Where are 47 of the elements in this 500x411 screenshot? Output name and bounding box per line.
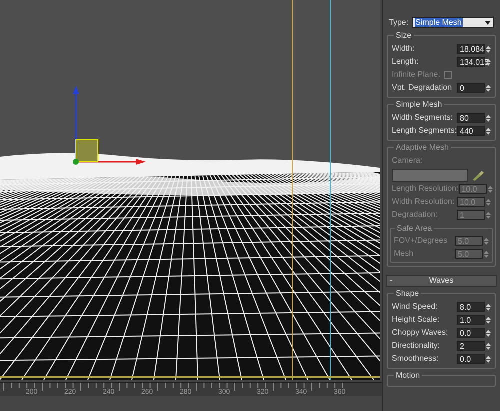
field-label: Camera: xyxy=(392,155,424,167)
field-label: Vpt. Degradation xyxy=(392,82,452,94)
field-label: FOV+/Degrees xyxy=(394,235,448,247)
number-field[interactable]: 0.0 xyxy=(457,328,485,338)
field-label: Width: xyxy=(392,43,415,55)
spinner-arrows-icon[interactable] xyxy=(486,84,491,92)
field-label: Infinite Plane: xyxy=(392,69,440,81)
collapse-sign: - xyxy=(390,275,394,287)
spinner-arrows-icon[interactable] xyxy=(486,328,491,338)
field-label: Directionality: xyxy=(392,340,440,352)
spinner-arrows-icon[interactable] xyxy=(486,342,491,350)
field-label: Mesh xyxy=(394,248,414,260)
spinner-arrows-icon[interactable] xyxy=(486,354,491,364)
spinner-arrows-icon[interactable] xyxy=(486,126,491,136)
number-field[interactable]: 0.0 xyxy=(457,354,485,364)
group-title: Adaptive Mesh xyxy=(394,142,451,153)
field-label: Width Resolution: xyxy=(392,196,455,208)
rollout-header[interactable]: - Waves xyxy=(386,275,497,287)
type-label: Type: xyxy=(389,16,409,28)
field-label: Length Segments: xyxy=(392,125,457,137)
field-label: Length: xyxy=(392,56,419,68)
number-field[interactable]: 2 xyxy=(457,341,485,351)
field-label: Degradation: xyxy=(392,209,438,221)
group-title: Safe Area xyxy=(395,223,434,234)
group-title: Simple Mesh xyxy=(394,99,444,110)
field-label: Wind Speed: xyxy=(392,301,438,313)
number-field[interactable]: 1.0 xyxy=(457,315,485,325)
rollout-title: Waves xyxy=(428,275,455,287)
type-dropdown[interactable]: Simple Mesh xyxy=(412,17,494,28)
field-label: Width Segments: xyxy=(392,112,453,124)
spinner-arrows-icon[interactable] xyxy=(486,44,491,54)
spinner-arrows-icon[interactable] xyxy=(486,316,491,324)
field-label: Choppy Waves: xyxy=(392,327,448,339)
number-field[interactable]: 18.084 xyxy=(457,44,485,54)
field-label: Length Resolution: xyxy=(392,183,459,195)
caret-icon xyxy=(485,20,491,24)
field-label: Smoothness: xyxy=(392,353,439,365)
spinner-arrows-icon[interactable] xyxy=(486,302,491,312)
number-field[interactable]: 80 xyxy=(457,113,485,123)
number-field[interactable]: 8.0 xyxy=(457,302,485,312)
spinner-arrows-icon[interactable] xyxy=(486,114,491,122)
group-title: Shape xyxy=(394,288,422,299)
group-title: Motion xyxy=(394,370,422,381)
group-title: Size xyxy=(394,30,414,41)
number-field[interactable]: 0 xyxy=(457,83,485,93)
field-label: Height Scale: xyxy=(392,314,440,326)
number-field[interactable]: 440 xyxy=(457,126,485,136)
